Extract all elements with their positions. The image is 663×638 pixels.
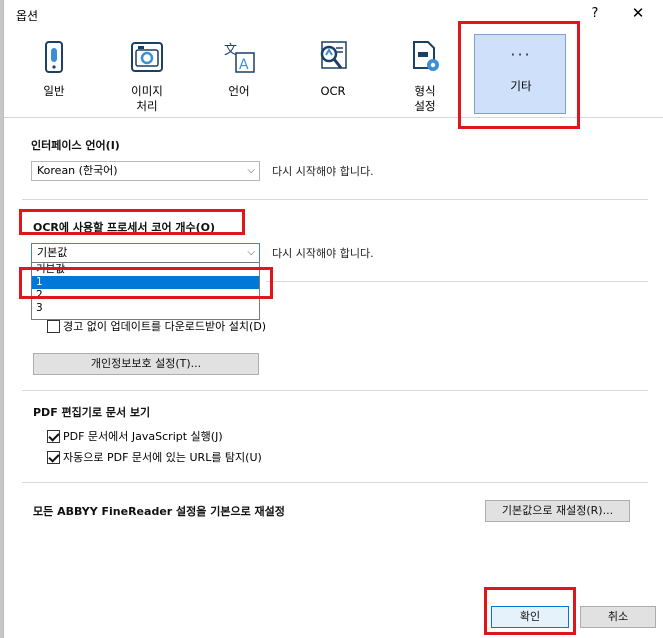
pdf-url-label: 자동으로 PDF 문서에 있는 URL를 탐지(U) xyxy=(63,451,262,464)
tab-ocr[interactable]: OCR xyxy=(298,32,368,112)
divider xyxy=(22,390,648,391)
chevron-down-icon: ⌵ xyxy=(247,247,255,258)
tab-image-processing-label: 이미지 처리 xyxy=(131,84,163,113)
divider xyxy=(22,482,648,483)
options-toolbar: 일반 이미지 처리 文 A 언어 OCR 형식 설정 ··· 기타 xyxy=(4,22,663,118)
pdf-javascript-checkbox-row[interactable]: PDF 문서에서 JavaScript 실행(J) xyxy=(47,428,223,444)
tab-other[interactable]: ··· 기타 xyxy=(474,34,566,114)
svg-text:文: 文 xyxy=(224,43,237,58)
tab-other-label: 기타 xyxy=(510,79,532,93)
tab-general[interactable]: 일반 xyxy=(19,32,89,112)
dropdown-option-1[interactable]: 1 xyxy=(32,276,259,289)
reset-defaults-button[interactable]: 기본값으로 재설정(R)... xyxy=(485,500,630,522)
dropdown-option-default[interactable]: 기본값 xyxy=(32,263,259,276)
document-gear-icon xyxy=(413,41,439,71)
cancel-button[interactable]: 취소 xyxy=(580,606,656,628)
interface-language-note: 다시 시작해야 합니다. xyxy=(272,165,374,178)
ocr-cores-label: OCR에 사용할 프로세서 코어 개수(O) xyxy=(33,221,216,234)
camera-icon xyxy=(131,42,163,72)
auto-update-checkbox-row[interactable]: 경고 없이 업데이트를 다운로드받아 설치(D) xyxy=(47,318,266,334)
tab-general-label: 일반 xyxy=(43,84,65,98)
divider xyxy=(22,199,648,200)
ocr-cores-note: 다시 시작해야 합니다. xyxy=(272,247,374,260)
pdf-url-checkbox[interactable] xyxy=(47,450,60,464)
phone-settings-icon xyxy=(45,41,63,73)
pdf-url-checkbox-row[interactable]: 자동으로 PDF 문서에 있는 URL를 탐지(U) xyxy=(47,449,262,465)
options-dialog: 옵션 ? ✕ 일반 이미지 처리 文 A 언어 OCR 형식 설정 ··· 기타… xyxy=(3,0,663,638)
translate-icon: 文 A xyxy=(224,43,255,73)
tab-image-processing[interactable]: 이미지 처리 xyxy=(112,32,182,113)
interface-language-select[interactable]: Korean (한국어) ⌵ xyxy=(31,161,260,181)
ocr-cores-value: 기본값 xyxy=(37,246,68,259)
interface-language-label: 인터페이스 언어(I) xyxy=(31,139,120,152)
more-dots-icon: ··· xyxy=(510,45,532,64)
auto-update-label: 경고 없이 업데이트를 다운로드받아 설치(D) xyxy=(63,320,267,333)
divider xyxy=(266,281,648,282)
chevron-down-icon: ⌵ xyxy=(247,165,255,176)
tab-language-label: 언어 xyxy=(228,84,250,98)
tab-format-settings-label: 형식 설정 xyxy=(414,84,436,113)
interface-language-value: Korean (한국어) xyxy=(37,164,118,177)
close-button[interactable]: ✕ xyxy=(628,4,648,24)
pdf-editor-label: PDF 편집기로 문서 보기 xyxy=(33,406,151,419)
tab-ocr-label: OCR xyxy=(320,84,346,98)
auto-update-checkbox[interactable] xyxy=(47,319,60,333)
pdf-javascript-checkbox[interactable] xyxy=(47,429,60,443)
dropdown-option-3[interactable]: 3 xyxy=(32,302,259,315)
ocr-cores-dropdown-list: 기본값 1 2 3 xyxy=(31,262,260,320)
ocr-magnifier-icon xyxy=(320,41,347,69)
tab-format-settings[interactable]: 형식 설정 xyxy=(390,32,460,113)
dropdown-option-2[interactable]: 2 xyxy=(32,289,259,302)
ok-button[interactable]: 확인 xyxy=(491,606,569,628)
svg-text:A: A xyxy=(239,57,249,73)
reset-settings-label: 모든 ABBYY FineReader 설정을 기본으로 재설정 xyxy=(33,505,285,518)
privacy-settings-button[interactable]: 개인정보보호 설정(T)... xyxy=(33,353,259,375)
pdf-javascript-label: PDF 문서에서 JavaScript 실행(J) xyxy=(63,430,223,443)
ocr-cores-select[interactable]: 기본값 ⌵ xyxy=(31,243,260,263)
tab-language[interactable]: 文 A 언어 xyxy=(204,32,274,112)
